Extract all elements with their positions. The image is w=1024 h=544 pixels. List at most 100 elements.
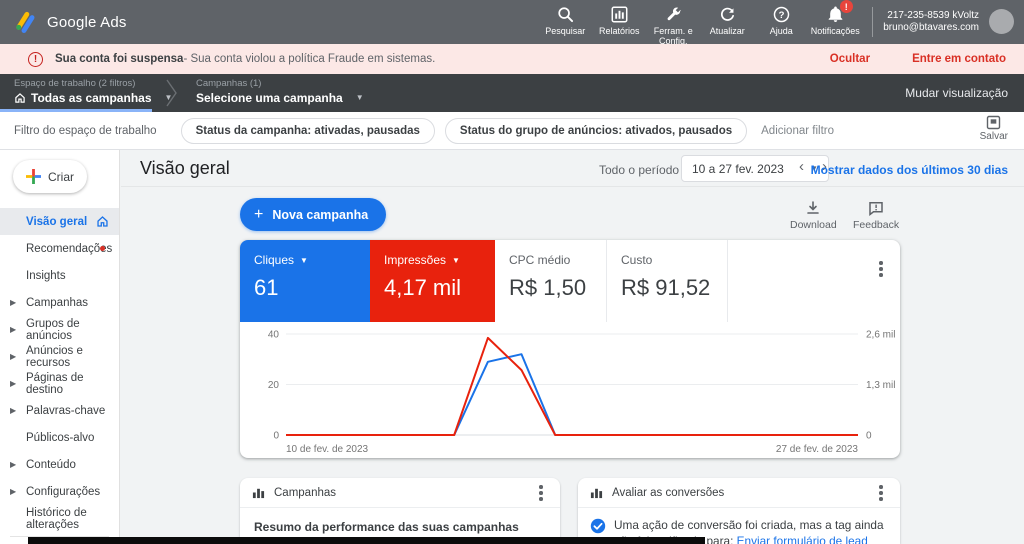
account-id: 217-235-8539 kVoltz [883, 10, 979, 22]
expand-arrow-icon: ▶ [10, 298, 16, 307]
bell-icon: ! [827, 5, 844, 23]
brand-name: Google Ads [47, 14, 127, 31]
top-app-bar: Google Ads Pesquisar Relatórios Ferram. … [0, 0, 1024, 44]
download-button[interactable]: Download [790, 200, 837, 231]
svg-text:?: ? [778, 9, 784, 20]
tools-settings-button[interactable]: Ferram. e Config. [646, 5, 700, 46]
notification-badge: ! [840, 0, 853, 13]
home-icon [96, 215, 109, 228]
overview-header: Visão geral Todo o período 10 a 27 fev. … [121, 150, 1024, 187]
filter-chip-campaign-status[interactable]: Status da campanha: ativadas, pausadas [181, 118, 435, 144]
conversions-card-menu-button[interactable] [872, 482, 890, 504]
metric-value-cpc-medio: R$ 1,50 [509, 275, 606, 301]
sidebar-item-visao-geral[interactable]: Visão geral [0, 208, 119, 235]
metric-tile-cliques[interactable]: Cliques▼ 61 [240, 240, 370, 322]
sidebar-item-historico-de-alteracoes[interactable]: Histórico de alterações [0, 505, 119, 532]
banner-title: Sua conta foi suspensa [55, 53, 183, 65]
campaign-selector[interactable]: Campanhas (1) Selecione uma campanha ▼ [196, 78, 364, 106]
search-button[interactable]: Pesquisar [538, 5, 592, 36]
home-icon [14, 92, 26, 104]
metric-tile-cpc-medio: CPC médio R$ 1,50 [495, 240, 607, 322]
filter-bar-label: Filtro do espaço de trabalho [14, 125, 157, 137]
sidebar-item-paginas-de-destino[interactable]: ▶ Páginas de destino [0, 370, 119, 397]
expand-arrow-icon: ▶ [10, 325, 16, 334]
workspace-bar: Espaço de trabalho (2 filtros) Todas as … [0, 74, 1024, 112]
expand-arrow-icon: ▶ [10, 460, 16, 469]
plus-icon: + [254, 206, 263, 224]
refresh-button[interactable]: Atualizar [700, 5, 754, 36]
sidebar-item-conteudo[interactable]: ▶ Conteúdo [0, 451, 119, 478]
avatar[interactable] [989, 9, 1014, 34]
google-ads-brand: Google Ads [0, 11, 127, 34]
topbar-divider [872, 7, 873, 37]
breadcrumb-separator [166, 79, 178, 107]
sidebar-item-anuncios-e-recursos[interactable]: ▶ Anúncios e recursos [0, 343, 119, 370]
account-email: bruno@btavares.com [883, 22, 979, 34]
add-filter-button[interactable]: Adicionar filtro [761, 125, 834, 137]
card-title: Campanhas [274, 487, 336, 499]
expand-arrow-icon: ▶ [10, 487, 16, 496]
filter-chip-adgroup-status[interactable]: Status do grupo de anúncios: ativados, p… [445, 118, 747, 144]
chevron-down-icon: ▼ [300, 256, 308, 265]
prev-period-button[interactable]: ‹ [799, 158, 804, 175]
expand-arrow-icon: ▶ [10, 406, 16, 415]
suspension-banner: ! Sua conta foi suspensa - Sua conta vio… [0, 44, 1024, 74]
sidebar-item-campanhas[interactable]: ▶ Campanhas [0, 289, 119, 316]
chevron-down-icon: ▼ [452, 256, 460, 265]
metric-value-cliques: 61 [254, 275, 370, 301]
expand-arrow-icon: ▶ [10, 379, 16, 388]
bar-chart-icon [252, 486, 265, 499]
sidebar-nav: Criar Visão geral Recomendações Insights… [0, 150, 120, 544]
sidebar-item-configuracoes[interactable]: ▶ Configurações [0, 478, 119, 505]
sidebar-item-palavras-chave[interactable]: ▶ Palavras-chave [0, 397, 119, 424]
svg-text:27 de fev. de 2023: 27 de fev. de 2023 [776, 444, 859, 455]
refresh-icon [719, 5, 736, 23]
sidebar-item-grupos-de-anuncios[interactable]: ▶ Grupos de anúncios [0, 316, 119, 343]
overview-card-menu-button[interactable] [872, 258, 890, 280]
svg-text:10 de fev. de 2023: 10 de fev. de 2023 [286, 444, 369, 455]
help-icon: ? [773, 5, 790, 23]
plus-multicolor-icon [26, 169, 41, 184]
hide-banner-button[interactable]: Ocultar [830, 53, 870, 65]
workspace-selector[interactable]: Espaço de trabalho (2 filtros) Todas as … [14, 78, 172, 106]
metric-tile-custo: Custo R$ 91,52 [607, 240, 728, 322]
topbar-actions: Pesquisar Relatórios Ferram. e Config. A… [538, 0, 1018, 44]
overview-card: Cliques▼ 61 Impressões▼ 4,17 mil CPC méd… [240, 240, 900, 458]
create-button[interactable]: Criar [13, 160, 87, 193]
campaigns-card-summary: Resumo da performance das suas campanhas [240, 508, 560, 534]
help-button[interactable]: ? Ajuda [754, 5, 808, 36]
feedback-button[interactable]: Feedback [853, 200, 899, 231]
wrench-icon [665, 5, 682, 23]
sidebar-item-recomendacoes[interactable]: Recomendações [0, 235, 119, 262]
notifications-button[interactable]: ! Notificações [808, 5, 862, 36]
download-icon [805, 200, 821, 216]
feedback-icon [868, 200, 884, 216]
chevron-down-icon: ▼ [356, 90, 364, 106]
campaigns-card-menu-button[interactable] [532, 482, 550, 504]
contact-us-button[interactable]: Entre em contato [912, 53, 1006, 65]
sidebar-item-publicos-alvo[interactable]: Públicos-alvo [0, 424, 119, 451]
change-view-link[interactable]: Mudar visualização [905, 86, 1008, 100]
svg-text:40: 40 [268, 330, 280, 341]
save-button[interactable]: Salvar [980, 115, 1008, 142]
alert-icon: ! [28, 52, 43, 67]
metric-tile-impressoes[interactable]: Impressões▼ 4,17 mil [370, 240, 495, 322]
sidebar-item-insights[interactable]: Insights [0, 262, 119, 289]
search-icon [557, 5, 574, 23]
google-ads-logo-icon [14, 11, 37, 34]
send-lead-form-link[interactable]: Enviar formulário de lead [737, 534, 868, 544]
svg-text:0: 0 [866, 431, 872, 442]
card-title: Avaliar as conversões [612, 487, 724, 499]
new-campaign-button[interactable]: + Nova campanha [240, 198, 386, 231]
show-last-30-days-link[interactable]: Mostrar dados dos últimos 30 dias [811, 163, 1008, 177]
filter-bar: Filtro do espaço de trabalho Status da c… [0, 112, 1024, 150]
bottom-black-strip [28, 537, 705, 544]
banner-message: - Sua conta violou a política Fraude em … [183, 53, 435, 65]
reports-button[interactable]: Relatórios [592, 5, 646, 36]
save-icon [986, 115, 1001, 130]
red-dot-badge [100, 246, 105, 251]
metric-value-custo: R$ 91,52 [621, 275, 727, 301]
bar-chart-icon [590, 486, 603, 499]
conversions-card: Avaliar as conversões Uma ação de conver… [578, 478, 900, 544]
overview-chart: 0204001,3 mil2,6 mil10 de fev. de 202327… [240, 322, 900, 458]
